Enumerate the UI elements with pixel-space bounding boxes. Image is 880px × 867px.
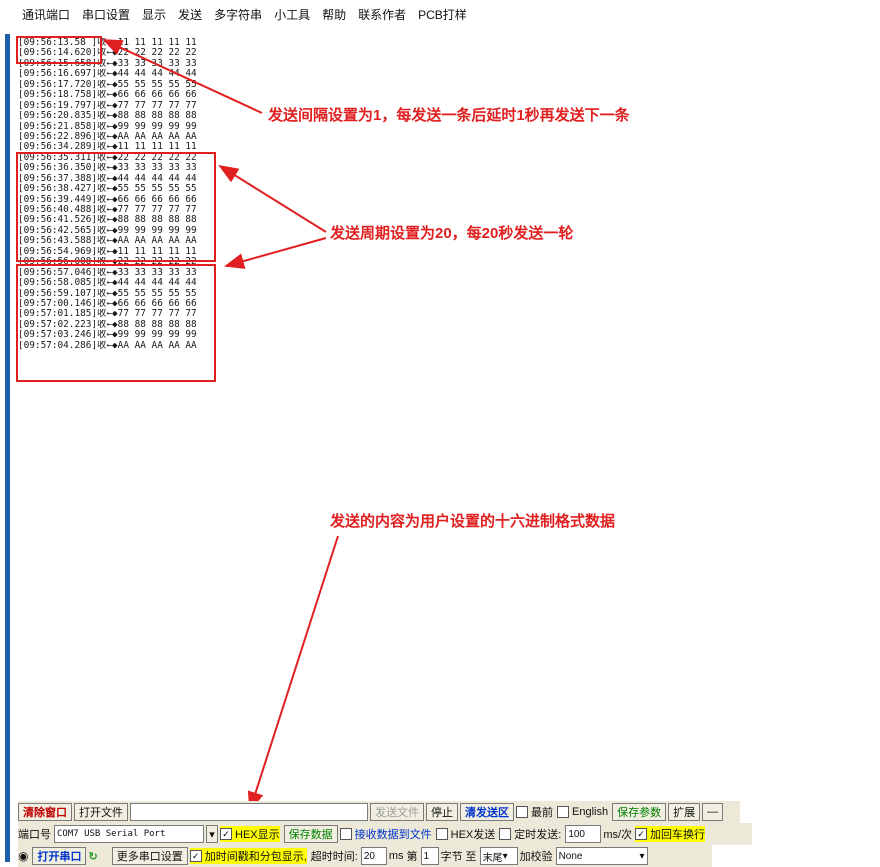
arrow-to-second-round — [218, 164, 327, 233]
topmost-label: 最前 — [531, 807, 553, 819]
open-port-button[interactable]: 打开串口 — [32, 847, 87, 865]
expand-button[interactable]: 扩展 — [668, 803, 701, 821]
dropdown-arrow-icon: ▾ — [639, 850, 645, 862]
port-dropdown-arrow-icon[interactable]: ▾ — [206, 825, 218, 843]
checkbox-icon — [557, 806, 569, 818]
send-file-button[interactable]: 发送文件 — [370, 803, 424, 821]
log-line: [09:56:19.797]收←◆77 77 77 77 77 — [18, 100, 197, 111]
log-line: [09:56:18.758]收←◆66 66 66 66 66 — [18, 90, 197, 101]
interval-unit: ms/次 — [603, 829, 633, 841]
open-file-button[interactable]: 打开文件 — [74, 803, 128, 821]
toolbar-row-3: ◉ 打开串口 ↻ 更多串口设置 ✓ 加时间戳和分包显示, 超时时间: 20 ms … — [18, 845, 712, 867]
refresh-icon[interactable]: ↻ — [88, 850, 97, 863]
checkmark-icon: ✓ — [220, 828, 232, 840]
minimize-panel-button[interactable]: — — [702, 803, 724, 821]
menu-item-send[interactable]: 发送 — [172, 0, 208, 30]
annotation-period: 发送周期设置为20，每20秒发送一轮 — [330, 225, 574, 242]
recv-to-file-label: 接收数据到文件 — [354, 829, 432, 841]
log-line: [09:56:17.720]收←◆55 55 55 55 55 — [18, 79, 197, 90]
checkbox-icon — [435, 828, 448, 840]
timestamp-highlight-box — [16, 36, 102, 64]
clear-window-button[interactable]: 清除窗口 — [18, 803, 72, 821]
log-line: [09:56:16.697]收←◆44 44 44 44 44 — [18, 69, 197, 80]
end-select-value: 末尾 — [482, 852, 503, 864]
annotation-interval: 发送间隔设置为1，每发送一条后延时1秒再发送下一条 — [268, 107, 630, 124]
arrow-to-third-round — [224, 237, 327, 269]
annotation-content: 发送的内容为用户设置的十六进制格式数据 — [330, 513, 616, 530]
toolbar-row-2: 端口号 COM7 USB Serial Port ▾ ✓ HEX显示 保存数据 接… — [18, 823, 752, 845]
menu-item-tools[interactable]: 小工具 — [268, 0, 316, 30]
hex-send-checkbox[interactable]: HEX发送 — [435, 826, 496, 842]
menu-item-help[interactable]: 帮助 — [316, 0, 352, 30]
timed-send-checkbox[interactable]: 定时发送: — [499, 826, 561, 842]
menu-item-serial-settings[interactable]: 串口设置 — [76, 0, 136, 30]
timed-send-label: 定时发送: — [514, 829, 562, 841]
file-path-input[interactable] — [130, 803, 368, 821]
save-data-button[interactable]: 保存数据 — [283, 825, 338, 843]
recv-to-file-checkbox[interactable]: 接收数据到文件 — [339, 826, 432, 842]
checksum-select[interactable]: None ▾ — [555, 847, 648, 865]
menu-item-display[interactable]: 显示 — [136, 0, 172, 30]
hex-display-label: HEX显示 — [235, 829, 280, 841]
port-select[interactable]: COM7 USB Serial Port — [54, 825, 204, 843]
english-checkbox[interactable]: English — [557, 806, 608, 818]
menu-bar: 通讯端口 串口设置 显示 发送 多字符串 小工具 帮助 联系作者 PCB打样 — [0, 0, 880, 30]
topmost-checkbox[interactable]: 最前 — [516, 804, 553, 820]
checkbox-icon — [339, 828, 352, 840]
log-line: [09:56:20.835]收←◆88 88 88 88 88 — [18, 111, 197, 122]
menu-item-pcb[interactable]: PCB打样 — [412, 0, 473, 30]
interval-input[interactable]: 100 — [565, 825, 602, 843]
window-left-border — [5, 34, 10, 862]
hex-display-checkbox[interactable]: ✓ HEX显示 — [220, 826, 280, 842]
clear-send-button[interactable]: 清发送区 — [460, 803, 514, 821]
checkbox-icon — [516, 806, 528, 818]
checkbox-icon — [499, 828, 512, 840]
hex-send-label: HEX发送 — [450, 829, 496, 841]
add-crlf-label: 加回车换行 — [650, 829, 706, 841]
toolbar-row-1: 清除窗口 打开文件 发送文件 停止 清发送区 最前 English 保存参数 扩… — [18, 801, 740, 823]
third-round-box — [16, 264, 216, 382]
second-round-box — [16, 152, 216, 262]
byte-input[interactable]: 1 — [420, 847, 439, 865]
more-settings-button[interactable]: 更多串口设置 — [111, 847, 188, 865]
timeout-input[interactable]: 20 — [360, 847, 387, 865]
log-line: [09:56:22.896]收←◆AA AA AA AA AA — [18, 131, 197, 142]
checkmark-icon: ✓ — [635, 828, 648, 840]
english-label: English — [572, 806, 609, 818]
menu-item-multistring[interactable]: 多字符串 — [208, 0, 268, 30]
dropdown-arrow-icon: ▾ — [502, 850, 508, 862]
menu-item-contact[interactable]: 联系作者 — [352, 0, 412, 30]
checksum-select-value: None — [558, 850, 583, 862]
port-status-indicator-icon: ◉ — [18, 849, 29, 863]
menu-item-port[interactable]: 通讯端口 — [16, 0, 76, 30]
log-line: [09:56:21.858]收←◆99 99 99 99 99 — [18, 121, 197, 132]
timeout-unit: ms — [388, 850, 404, 862]
arrow-to-hex-display — [247, 535, 339, 812]
add-crlf-checkbox[interactable]: ✓ 加回车换行 — [635, 826, 706, 842]
end-select[interactable]: 末尾 ▾ — [479, 847, 518, 865]
port-label: 端口号 — [18, 829, 51, 841]
checkmark-icon: ✓ — [189, 850, 202, 862]
stop-button[interactable]: 停止 — [426, 803, 458, 821]
save-params-button[interactable]: 保存参数 — [612, 803, 667, 821]
